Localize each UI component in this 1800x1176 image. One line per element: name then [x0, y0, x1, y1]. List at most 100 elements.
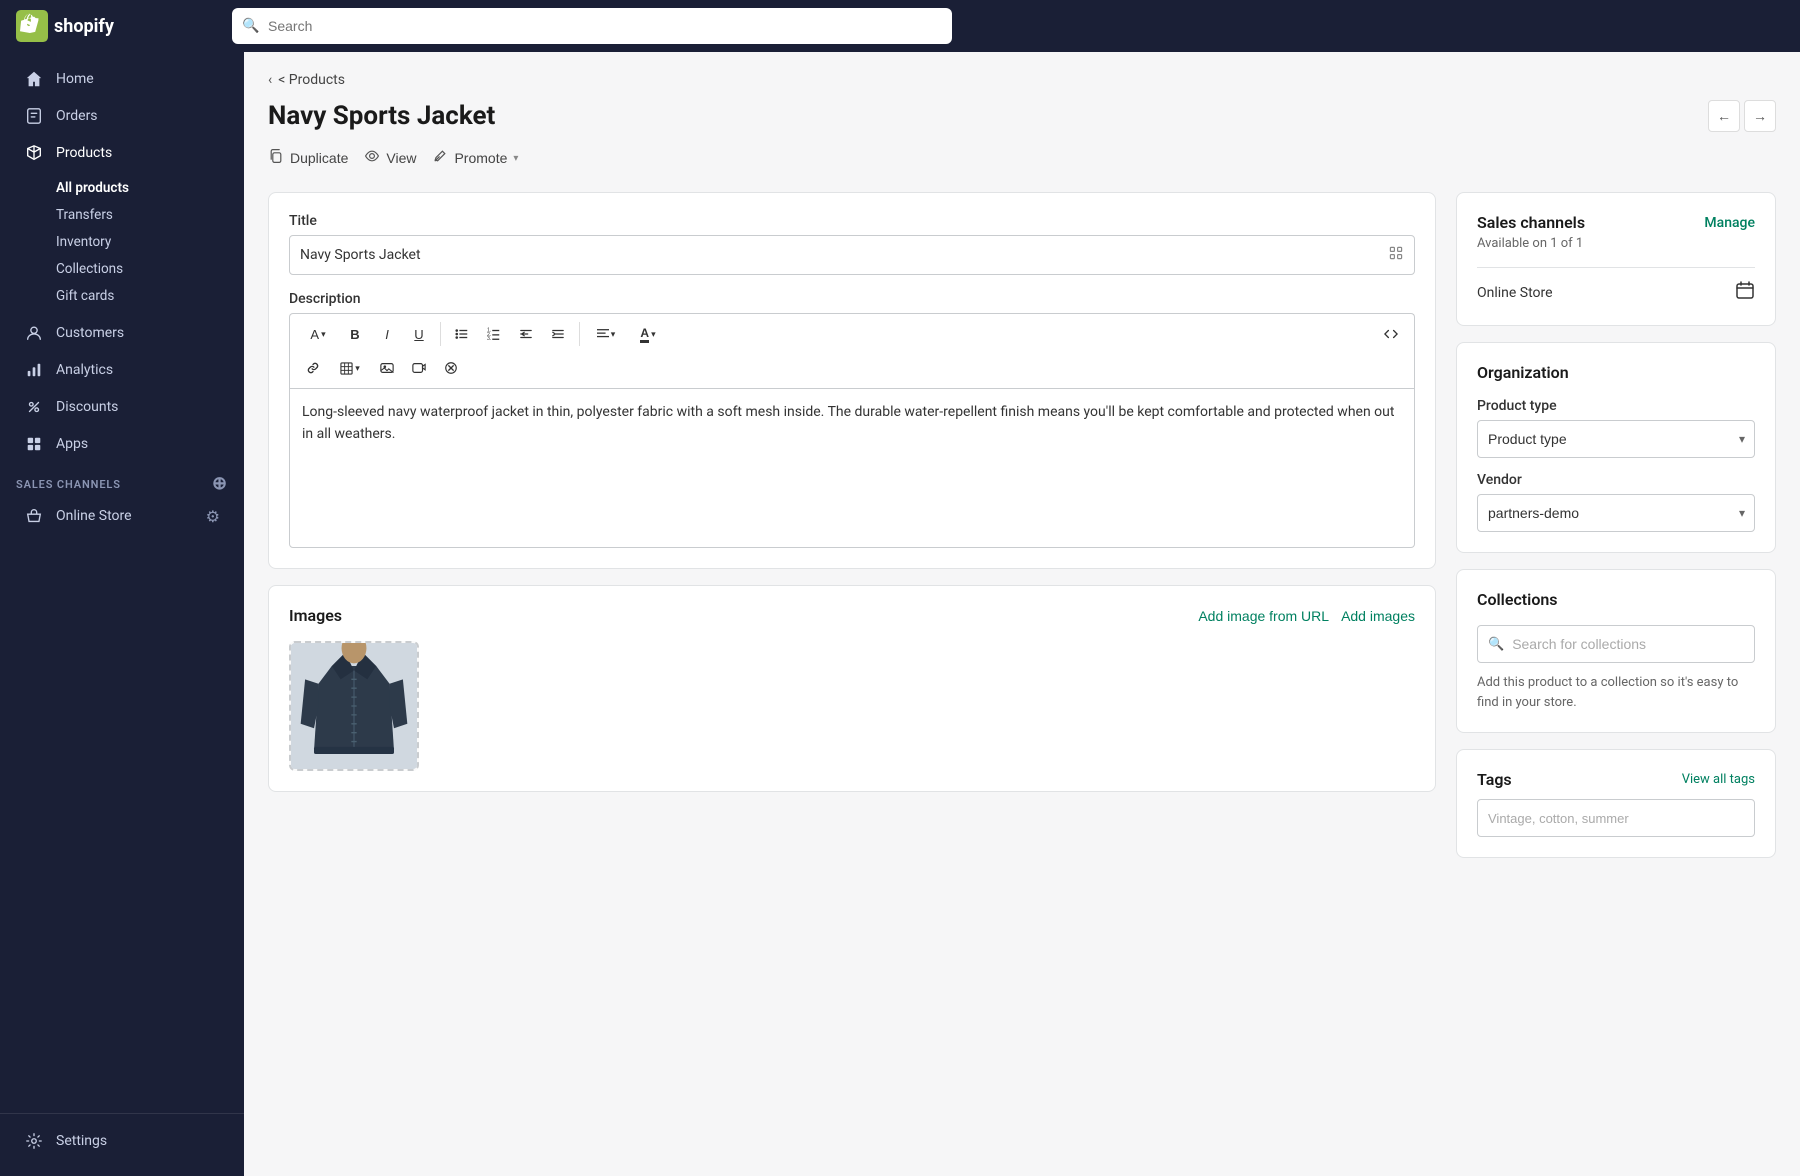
add-images-button[interactable]: Add images	[1341, 608, 1415, 624]
text-color-button[interactable]: A ▾	[628, 320, 668, 348]
italic-button[interactable]: I	[372, 320, 402, 348]
ordered-list-button[interactable]: 1.2.3.	[479, 320, 509, 348]
breadcrumb-products-link[interactable]: < Products	[278, 72, 345, 88]
sidebar-item-transfers[interactable]: Transfers	[48, 202, 236, 228]
images-title: Images	[289, 606, 342, 625]
code-view-button[interactable]	[1376, 320, 1406, 348]
sidebar-item-apps[interactable]: Apps	[8, 426, 236, 462]
settings-icon	[24, 1131, 44, 1151]
image-insert-button[interactable]	[372, 354, 402, 382]
table-button[interactable]: ▾	[330, 354, 370, 382]
manage-button[interactable]: Manage	[1704, 215, 1755, 231]
collections-card: Collections 🔍 Add this product to a coll…	[1456, 569, 1776, 733]
sc-online-store-row: Online Store	[1477, 280, 1755, 305]
sales-channels-section: SALES CHANNELS ⊕	[0, 463, 244, 497]
collections-search-icon: 🔍	[1488, 637, 1504, 652]
indent-increase-button[interactable]	[543, 320, 573, 348]
sidebar-item-gift-cards[interactable]: Gift cards	[48, 283, 236, 309]
indent-decrease-icon	[519, 327, 533, 341]
sc-calendar-icon[interactable]	[1735, 280, 1755, 305]
description-field: Description A ▾ B I U	[289, 291, 1415, 548]
product-type-label: Product type	[1477, 398, 1755, 414]
sidebar-item-home[interactable]: Home	[8, 61, 236, 97]
font-format-button[interactable]: A ▾	[298, 320, 338, 348]
sidebar-item-products[interactable]: Products	[8, 135, 236, 171]
sc-header: Sales channels Manage	[1477, 213, 1755, 232]
products-icon	[24, 143, 44, 163]
description-editor[interactable]: Long-sleeved navy waterproof jacket in t…	[289, 388, 1415, 548]
promote-button[interactable]: Promote ▾	[432, 144, 518, 172]
sidebar-item-collections[interactable]: Collections	[48, 256, 236, 282]
toolbar-sep-1	[440, 322, 441, 346]
promote-icon	[432, 148, 448, 168]
top-navigation: shopify 🔍	[0, 0, 1800, 52]
bold-button[interactable]: B	[340, 320, 370, 348]
bullet-list-button[interactable]	[447, 320, 477, 348]
vendor-field: Vendor partners-demo ▾	[1477, 472, 1755, 532]
online-store-settings-icon[interactable]: ⚙	[206, 507, 220, 526]
title-input[interactable]: Navy Sports Jacket	[289, 235, 1415, 275]
shopify-logo: shopify	[16, 10, 114, 42]
sidebar-bottom: Settings	[0, 1113, 244, 1176]
product-image-0[interactable]	[289, 641, 419, 771]
next-product-button[interactable]: →	[1744, 100, 1776, 132]
sidebar-item-inventory[interactable]: Inventory	[48, 229, 236, 255]
collections-title: Collections	[1477, 590, 1755, 609]
tags-input[interactable]	[1477, 799, 1755, 837]
sidebar-item-online-store[interactable]: Online Store ⚙	[8, 498, 236, 534]
bullet-list-icon	[455, 327, 469, 341]
promote-label: Promote	[454, 150, 507, 166]
content-grid: Title Navy Sports Jacket Description	[268, 192, 1776, 858]
sidebar-sub-nav: All products Transfers Inventory Collect…	[0, 172, 244, 314]
page-actions: Duplicate View Promote ▾	[268, 144, 1776, 172]
sc-availability: Available on 1 of 1	[1477, 236, 1755, 251]
add-image-url-button[interactable]: Add image from URL	[1198, 608, 1329, 624]
sc-divider	[1477, 267, 1755, 268]
underline-button[interactable]: U	[404, 320, 434, 348]
text-color-icon: A	[640, 326, 649, 343]
images-card: Images Add image from URL Add images	[268, 585, 1436, 792]
add-sales-channel-button[interactable]: ⊕	[212, 475, 228, 493]
toolbar-row-2: ▾	[298, 354, 1406, 382]
image-insert-icon	[380, 361, 394, 375]
duplicate-button[interactable]: Duplicate	[268, 144, 348, 172]
shopify-bag-icon	[16, 10, 48, 42]
remove-format-button[interactable]	[436, 354, 466, 382]
table-chevron: ▾	[355, 363, 360, 374]
sidebar-item-analytics[interactable]: Analytics	[8, 352, 236, 388]
search-input[interactable]	[232, 8, 952, 44]
duplicate-icon	[268, 148, 284, 168]
toolbar-spacer	[670, 320, 1374, 348]
sidebar-item-customers[interactable]: Customers	[8, 315, 236, 351]
collections-search-field[interactable]: 🔍	[1477, 625, 1755, 663]
sidebar-item-all-products[interactable]: All products	[48, 175, 236, 201]
sidebar-item-discounts[interactable]: Discounts	[8, 389, 236, 425]
title-label: Title	[289, 213, 1415, 229]
align-button[interactable]: ▾	[586, 320, 626, 348]
vendor-select[interactable]: partners-demo	[1477, 494, 1755, 532]
link-button[interactable]	[298, 354, 328, 382]
search-bar[interactable]: 🔍	[232, 8, 952, 44]
page-header: Navy Sports Jacket ← →	[268, 100, 1776, 132]
breadcrumb-back-button[interactable]: ‹	[268, 72, 272, 88]
indent-decrease-button[interactable]	[511, 320, 541, 348]
sidebar: Home Orders Products All products Transf…	[0, 52, 244, 1176]
organization-title: Organization	[1477, 363, 1755, 382]
sidebar-item-orders[interactable]: Orders	[8, 98, 236, 134]
analytics-icon	[24, 360, 44, 380]
product-type-select[interactable]: Product type	[1477, 420, 1755, 458]
video-insert-icon	[412, 361, 426, 375]
images-header: Images Add image from URL Add images	[289, 606, 1415, 625]
toolbar-row-1: A ▾ B I U 1.	[298, 320, 1406, 348]
collections-search-input[interactable]	[1512, 636, 1744, 652]
promote-chevron-icon: ▾	[513, 153, 518, 164]
video-insert-button[interactable]	[404, 354, 434, 382]
product-type-select-wrap: Product type ▾	[1477, 420, 1755, 458]
description-text: Long-sleeved navy waterproof jacket in t…	[302, 404, 1394, 442]
view-all-tags-button[interactable]: View all tags	[1682, 772, 1755, 787]
sidebar-discounts-label: Discounts	[56, 399, 118, 415]
prev-product-button[interactable]: ←	[1708, 100, 1740, 132]
sidebar-item-settings[interactable]: Settings	[8, 1123, 236, 1159]
title-description-card: Title Navy Sports Jacket Description	[268, 192, 1436, 569]
view-button[interactable]: View	[364, 144, 416, 172]
